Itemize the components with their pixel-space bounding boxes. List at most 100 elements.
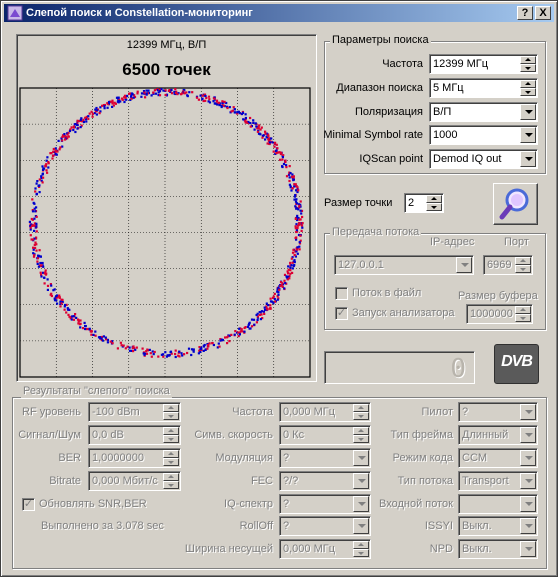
chevron-down-icon[interactable] — [353, 450, 369, 466]
chevron-down-icon[interactable] — [520, 450, 536, 466]
modulation-select[interactable]: ? — [279, 448, 371, 468]
spin-up-icon[interactable] — [163, 404, 179, 412]
polarization-select[interactable]: В/П — [429, 102, 538, 122]
ber-spinner[interactable] — [163, 450, 179, 466]
chevron-down-icon[interactable] — [520, 127, 536, 143]
rf-level-spinner[interactable] — [163, 404, 179, 420]
point-size-spinner[interactable] — [426, 195, 442, 211]
spin-up-icon[interactable] — [426, 195, 442, 203]
chevron-down-icon[interactable] — [520, 518, 536, 534]
spin-up-icon[interactable] — [515, 306, 531, 314]
iq-spectrum-select[interactable]: ? — [279, 494, 371, 514]
spin-up-icon[interactable] — [353, 404, 369, 412]
title-bar[interactable]: Слепой поиск и Constellation-мониторинг … — [4, 4, 554, 22]
constellation-point — [258, 124, 261, 127]
spin-up-icon[interactable] — [520, 80, 536, 88]
port-spinner[interactable] — [515, 257, 531, 273]
chevron-down-icon[interactable] — [520, 473, 536, 489]
constellation-point — [291, 173, 294, 176]
start-scan-button[interactable] — [493, 183, 538, 225]
code-mode-select[interactable]: CCM — [458, 448, 538, 468]
chevron-down-icon[interactable] — [520, 496, 536, 512]
input-stream-select[interactable] — [458, 494, 538, 514]
update-snr-checkbox[interactable]: ✓ — [22, 498, 35, 511]
spin-down-icon[interactable] — [353, 412, 369, 420]
carrier-width-field[interactable]: 0,000 МГц — [279, 539, 371, 559]
spin-down-icon[interactable] — [163, 458, 179, 466]
chevron-down-icon[interactable] — [520, 404, 536, 420]
spin-down-icon[interactable] — [426, 203, 442, 211]
constellation-point — [132, 350, 135, 353]
stream-to-file-checkbox[interactable] — [335, 287, 348, 300]
chevron-down-icon[interactable] — [353, 473, 369, 489]
constellation-point — [85, 120, 88, 123]
constellation-point — [264, 308, 267, 311]
constellation-point — [174, 88, 177, 91]
spin-up-icon[interactable] — [163, 473, 179, 481]
spin-down-icon[interactable] — [163, 412, 179, 420]
launch-analyzer-checkbox[interactable]: ✓ — [335, 307, 348, 320]
spin-down-icon[interactable] — [163, 435, 179, 443]
port-field[interactable]: 6969 — [483, 255, 533, 275]
spin-down-icon[interactable] — [520, 88, 536, 96]
update-snr-label: Обновлять SNR,BER — [39, 498, 147, 510]
issyi-select[interactable]: Выкл. — [458, 516, 538, 536]
rolloff-select[interactable]: ? — [279, 516, 371, 536]
constellation-point — [247, 323, 250, 327]
spin-down-icon[interactable] — [520, 64, 536, 72]
spin-down-icon[interactable] — [353, 435, 369, 443]
spin-down-icon[interactable] — [353, 549, 369, 557]
buffer-size-field[interactable]: 1000000 — [466, 304, 533, 324]
result-frequency-field[interactable]: 0,000 МГц — [279, 402, 371, 422]
result-frequency-spinner[interactable] — [353, 404, 369, 420]
npd-select[interactable]: Выкл. — [458, 539, 538, 559]
chevron-down-icon[interactable] — [353, 518, 369, 534]
frequency-spinner[interactable] — [520, 56, 536, 72]
iqscan-point-label: IQScan point — [359, 153, 423, 165]
min-symbol-rate-select[interactable]: 1000 — [429, 125, 538, 145]
carrier-width-spinner[interactable] — [353, 541, 369, 557]
spin-up-icon[interactable] — [163, 427, 179, 435]
rf-level-field[interactable]: -100 dBm — [88, 402, 181, 422]
pilot-select[interactable]: ? — [458, 402, 538, 422]
close-button[interactable]: X — [535, 6, 551, 20]
constellation-point — [234, 330, 237, 333]
constellation-point — [207, 343, 210, 347]
spin-up-icon[interactable] — [353, 541, 369, 549]
constellation-point — [104, 336, 107, 339]
chevron-down-icon[interactable] — [520, 541, 536, 557]
help-button[interactable]: ? — [517, 6, 533, 20]
chevron-down-icon[interactable] — [520, 104, 536, 120]
frame-type-select[interactable]: Длинный — [458, 425, 538, 445]
bitrate-spinner[interactable] — [163, 473, 179, 489]
constellation-point — [301, 222, 304, 225]
spin-down-icon[interactable] — [163, 481, 179, 489]
chevron-down-icon[interactable] — [353, 496, 369, 512]
spin-down-icon[interactable] — [515, 265, 531, 273]
range-field[interactable]: 5 МГц — [429, 78, 538, 98]
spin-up-icon[interactable] — [515, 257, 531, 265]
spin-up-icon[interactable] — [163, 450, 179, 458]
range-spinner[interactable] — [520, 80, 536, 96]
constellation-point — [281, 165, 284, 168]
ip-address-select[interactable]: 127.0.0.1 — [334, 255, 474, 275]
symbol-rate-spinner[interactable] — [353, 427, 369, 443]
stream-type-select[interactable]: Transport — [458, 471, 538, 491]
bitrate-field[interactable]: 0,000 Мбит/с — [88, 471, 181, 491]
iqscan-point-select[interactable]: Demod IQ out — [429, 149, 538, 169]
ber-field[interactable]: 1,0000000 — [88, 448, 181, 468]
chevron-down-icon[interactable] — [456, 257, 472, 273]
buffer-size-spinner[interactable] — [515, 306, 531, 322]
fec-select[interactable]: ?/? — [279, 471, 371, 491]
chevron-down-icon[interactable] — [520, 151, 536, 167]
snr-spinner[interactable] — [163, 427, 179, 443]
chevron-down-icon[interactable] — [520, 427, 536, 443]
point-size-field[interactable]: 2 — [404, 193, 444, 213]
snr-field[interactable]: 0,0 dB — [88, 425, 181, 445]
spin-up-icon[interactable] — [353, 427, 369, 435]
spin-down-icon[interactable] — [515, 314, 531, 322]
symbol-rate-field[interactable]: 0 Кс — [279, 425, 371, 445]
constellation-point — [35, 225, 38, 228]
frequency-field[interactable]: 12399 МГц — [429, 54, 538, 74]
spin-up-icon[interactable] — [520, 56, 536, 64]
